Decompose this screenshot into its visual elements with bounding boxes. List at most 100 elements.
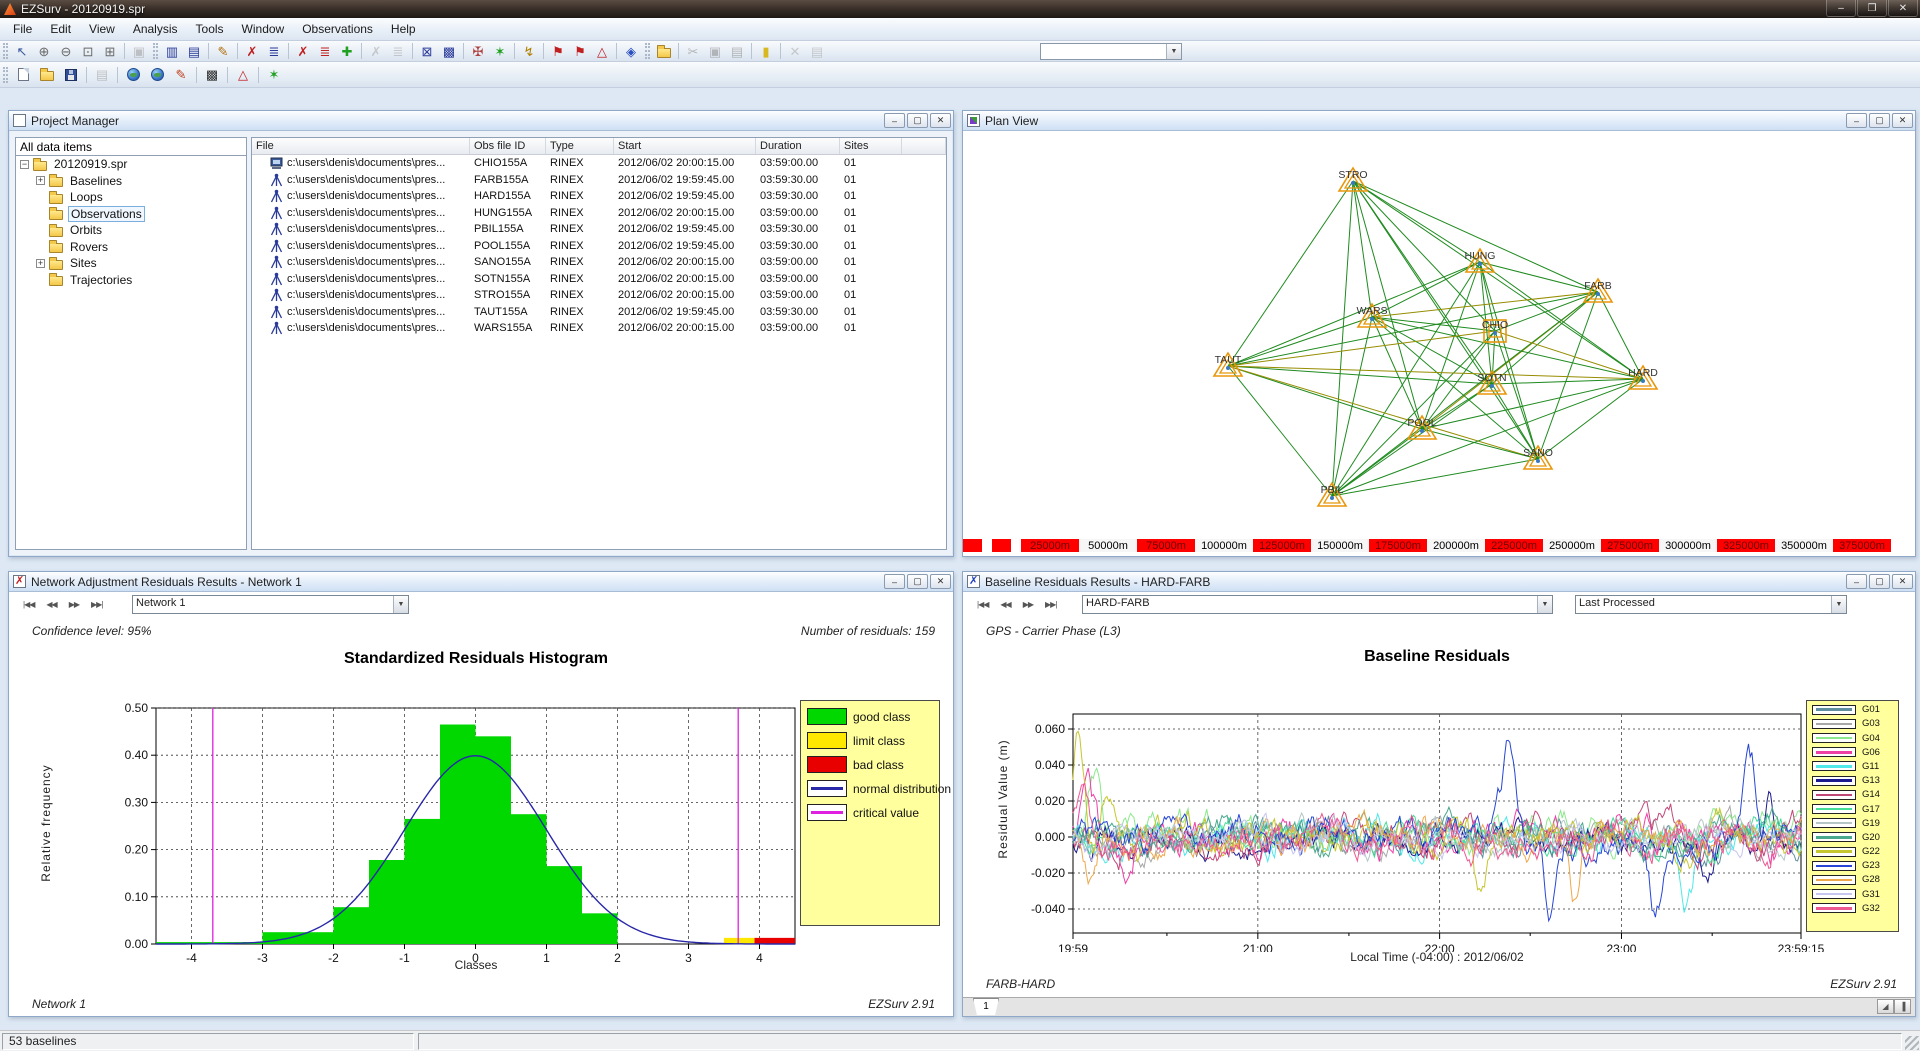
plan-edit-button[interactable]: ✎: [212, 42, 234, 61]
project-manager-titlebar[interactable]: Project Manager –▢✕: [9, 111, 953, 131]
menu-edit[interactable]: Edit: [41, 19, 80, 39]
column-header-type[interactable]: Type: [546, 138, 614, 154]
previous-button[interactable]: ◀◀: [40, 597, 62, 612]
tree-item-sites[interactable]: +Sites: [16, 255, 246, 272]
minimize-button[interactable]: –: [1846, 574, 1867, 589]
plan-view-titlebar[interactable]: Plan View –▢✕: [963, 111, 1915, 131]
edit-report-button[interactable]: ✎: [169, 64, 193, 86]
flag-button[interactable]: ⚑: [569, 42, 591, 61]
toolbar-search-combobox[interactable]: ▼: [1040, 43, 1182, 60]
station-pbil[interactable]: PBIL: [1318, 483, 1346, 506]
report-view-button[interactable]: ▤: [183, 42, 205, 61]
close-button[interactable]: ✕: [930, 113, 951, 128]
next-button[interactable]: ▶▶: [1017, 597, 1039, 612]
network-edit-button[interactable]: ✠: [467, 42, 489, 61]
tree-item-orbits[interactable]: Orbits: [16, 222, 246, 239]
minimize-button[interactable]: –: [884, 574, 905, 589]
obs-file-row-chio155a[interactable]: c:\users\denis\documents\pres...CHIO155A…: [252, 155, 946, 172]
menu-observations[interactable]: Observations: [293, 19, 382, 39]
minimize-button[interactable]: –: [1846, 113, 1867, 128]
chevron-down-icon[interactable]: ▼: [1831, 596, 1846, 613]
cut-button[interactable]: ✂: [682, 42, 704, 61]
obs-file-row-sano155a[interactable]: c:\users\denis\documents\pres...SANO155A…: [252, 254, 946, 271]
minimize-button[interactable]: –: [884, 113, 905, 128]
menu-file[interactable]: File: [4, 19, 41, 39]
save-project-button[interactable]: [59, 64, 83, 86]
close-button[interactable]: ✕: [1892, 574, 1913, 589]
obs-file-row-farb155a[interactable]: c:\users\denis\documents\pres...FARB155A…: [252, 172, 946, 189]
restore-button[interactable]: ❐: [1857, 0, 1887, 17]
obs-file-row-pbil155a[interactable]: c:\users\denis\documents\pres...PBIL155A…: [252, 221, 946, 238]
zoom-in-button[interactable]: ⊕: [33, 42, 55, 61]
solution-selector-combobox[interactable]: Last Processed ▼: [1575, 595, 1847, 614]
close-button[interactable]: ✕: [930, 574, 951, 589]
obs-file-row-stro155a[interactable]: c:\users\denis\documents\pres...STRO155A…: [252, 287, 946, 304]
quick-process-button[interactable]: ↯: [518, 42, 540, 61]
station-taut[interactable]: TAUT: [1214, 353, 1242, 376]
chart-tab-1[interactable]: 1: [973, 998, 999, 1015]
flag-clock-button[interactable]: ⚑: [547, 42, 569, 61]
obs-file-row-hung155a[interactable]: c:\users\denis\documents\pres...HUNG155A…: [252, 205, 946, 222]
histogram-view-button[interactable]: ▥: [161, 42, 183, 61]
station-pool[interactable]: POOL: [1407, 416, 1436, 439]
paste-button[interactable]: ▤: [726, 42, 748, 61]
process-data-button[interactable]: ◈: [620, 42, 642, 61]
adjust-triangle-button[interactable]: △: [591, 42, 613, 61]
column-header-sites[interactable]: Sites: [840, 138, 902, 154]
tree-item-loops[interactable]: Loops: [16, 189, 246, 206]
toolbar-grip[interactable]: [153, 43, 158, 59]
arrange-windows-button[interactable]: ⊞: [99, 42, 121, 61]
maximize-button[interactable]: ▢: [907, 574, 928, 589]
tree-expander-icon[interactable]: +: [36, 259, 45, 268]
web-mission-planning-button[interactable]: [121, 64, 145, 86]
add-station-button[interactable]: ✚: [336, 42, 358, 61]
tree-item-observations[interactable]: Observations: [16, 206, 246, 223]
maximize-button[interactable]: ▢: [907, 113, 928, 128]
column-header-start[interactable]: Start: [614, 138, 756, 154]
finish-processing-button[interactable]: ▩: [200, 64, 224, 86]
column-header-obs-file-id[interactable]: Obs file ID: [470, 138, 546, 154]
web-reference-data-button[interactable]: [145, 64, 169, 86]
select-pointer-button[interactable]: ↖: [11, 42, 33, 61]
obs-file-row-hard155a[interactable]: c:\users\denis\documents\pres...HARD155A…: [252, 188, 946, 205]
last-button[interactable]: ▶▶|: [1039, 597, 1062, 612]
observation-signals-button[interactable]: ≣: [263, 42, 285, 61]
process-manager-button[interactable]: ▮: [755, 42, 777, 61]
close-button[interactable]: ✕: [1892, 113, 1913, 128]
last-button[interactable]: ▶▶|: [85, 597, 108, 612]
edit-station-button[interactable]: ✗: [292, 42, 314, 61]
delete-button[interactable]: ✕: [784, 42, 806, 61]
tree-item-rovers[interactable]: Rovers: [16, 239, 246, 256]
maximize-button[interactable]: ▢: [1869, 574, 1890, 589]
zoom-window-button[interactable]: ⊡: [77, 42, 99, 61]
export-results-button[interactable]: [653, 42, 675, 61]
antenna-tower-button[interactable]: ✶: [489, 42, 511, 61]
tree-expander-icon[interactable]: +: [36, 176, 45, 185]
menu-view[interactable]: View: [80, 19, 124, 39]
chevron-down-icon[interactable]: ▼: [1166, 44, 1181, 59]
minimize-button[interactable]: –: [1826, 0, 1856, 17]
zoom-out-button[interactable]: ⊖: [55, 42, 77, 61]
toolbar-grip[interactable]: [645, 43, 650, 59]
menu-help[interactable]: Help: [382, 19, 425, 39]
first-button[interactable]: |◀◀: [971, 597, 994, 612]
previous-button[interactable]: ◀◀: [994, 597, 1016, 612]
station-hard[interactable]: HARD: [1628, 366, 1658, 389]
select-region-button[interactable]: ⊠: [416, 42, 438, 61]
obs-file-row-pool155a[interactable]: c:\users\denis\documents\pres...POOL155A…: [252, 238, 946, 255]
tree-item-20120919-spr[interactable]: −20120919.spr: [16, 156, 246, 173]
print-button[interactable]: ▤: [90, 64, 114, 86]
resize-grip[interactable]: [1905, 1036, 1919, 1050]
obs-file-row-wars155a[interactable]: c:\users\denis\documents\pres...WARS155A…: [252, 320, 946, 337]
baseline-selector-combobox[interactable]: HARD-FARB ▼: [1082, 595, 1553, 614]
plan-view-canvas[interactable]: STROHUNGFARBWARSCHIOTAUTSOTNHARDPOOLSANO…: [963, 131, 1915, 556]
next-button[interactable]: ▶▶: [63, 597, 85, 612]
station-sano[interactable]: SANO: [1523, 446, 1553, 469]
properties-button[interactable]: ▤: [806, 42, 828, 61]
toolbar-grip[interactable]: [3, 43, 8, 59]
column-header-file[interactable]: File: [252, 138, 470, 154]
station-hung[interactable]: HUNG: [1465, 249, 1496, 272]
chevron-down-icon[interactable]: ▼: [393, 596, 408, 613]
network-adjustment-titlebar[interactable]: Network Adjustment Residuals Results - N…: [9, 572, 953, 592]
tab-scroll-right-button[interactable]: ▐: [1894, 999, 1911, 1014]
